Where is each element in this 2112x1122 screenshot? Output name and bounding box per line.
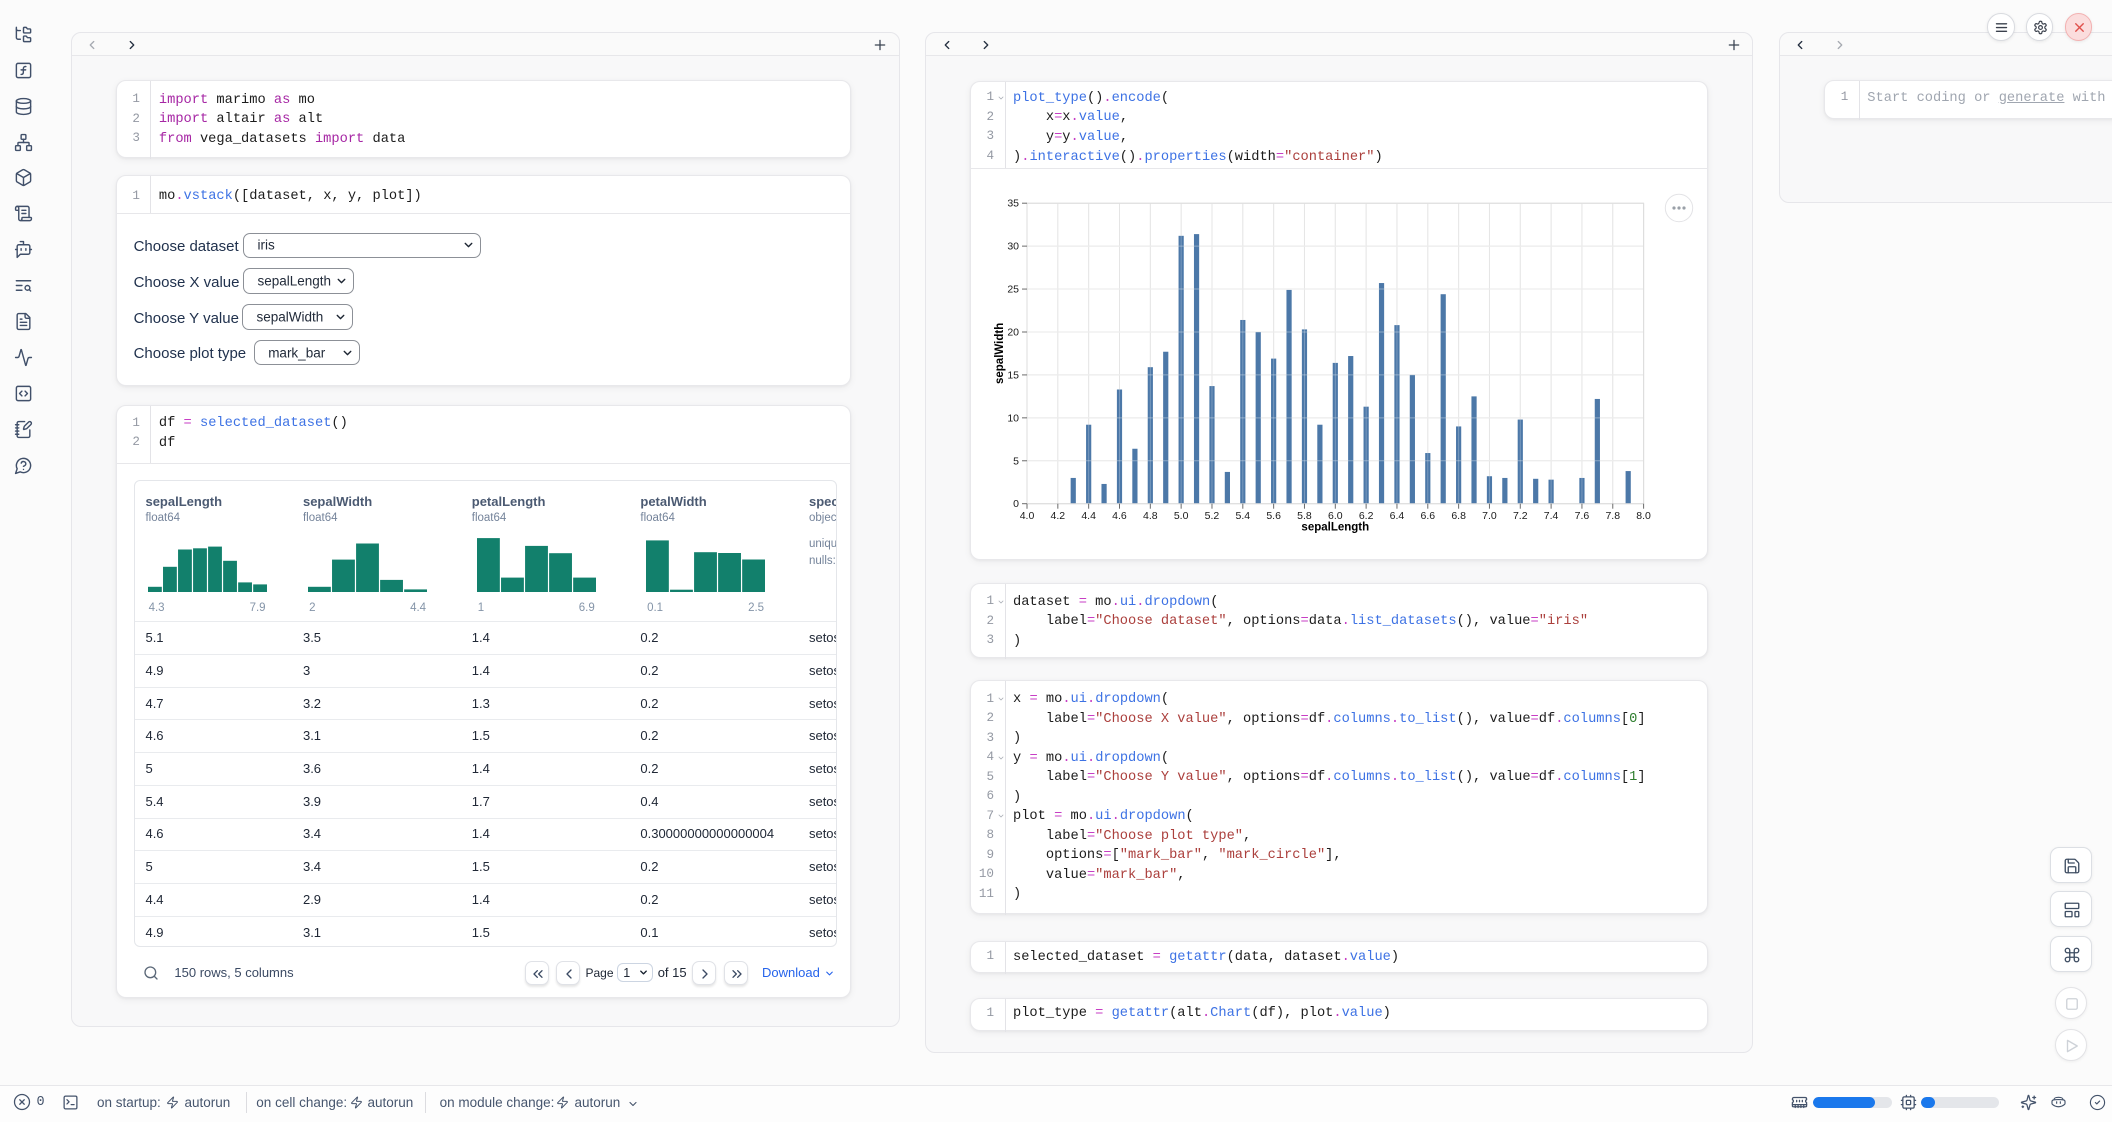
svg-text:35: 35 xyxy=(1007,197,1019,209)
svg-text:5.4: 5.4 xyxy=(1236,510,1251,522)
svg-text:30: 30 xyxy=(1007,240,1019,252)
svg-text:6.8: 6.8 xyxy=(1451,510,1466,522)
svg-text:4.2: 4.2 xyxy=(1051,510,1066,522)
svg-text:4.0: 4.0 xyxy=(1020,510,1035,522)
svg-text:7.2: 7.2 xyxy=(1513,510,1528,522)
svg-text:7.4: 7.4 xyxy=(1544,510,1559,522)
svg-text:7.0: 7.0 xyxy=(1482,510,1497,522)
svg-text:5.0: 5.0 xyxy=(1174,510,1189,522)
svg-text:4.6: 4.6 xyxy=(1112,510,1127,522)
svg-text:8.0: 8.0 xyxy=(1636,510,1651,522)
svg-text:15: 15 xyxy=(1007,369,1019,381)
svg-text:6.2: 6.2 xyxy=(1359,510,1374,522)
svg-text:6.4: 6.4 xyxy=(1390,510,1405,522)
svg-text:5.2: 5.2 xyxy=(1205,510,1220,522)
svg-text:20: 20 xyxy=(1007,326,1019,338)
svg-text:0: 0 xyxy=(1013,498,1019,510)
svg-text:sepalLength: sepalLength xyxy=(1301,521,1369,533)
svg-text:5: 5 xyxy=(1013,455,1019,467)
svg-text:5.8: 5.8 xyxy=(1297,510,1312,522)
svg-text:6.6: 6.6 xyxy=(1420,510,1435,522)
svg-text:10: 10 xyxy=(1007,412,1019,424)
svg-text:6.0: 6.0 xyxy=(1328,510,1343,522)
svg-text:sepalWidth: sepalWidth xyxy=(994,322,1006,383)
svg-text:4.4: 4.4 xyxy=(1081,510,1096,522)
svg-text:7.8: 7.8 xyxy=(1605,510,1620,522)
svg-text:7.6: 7.6 xyxy=(1575,510,1590,522)
svg-text:4.8: 4.8 xyxy=(1143,510,1158,522)
svg-text:5.6: 5.6 xyxy=(1266,510,1281,522)
svg-text:25: 25 xyxy=(1007,283,1019,295)
